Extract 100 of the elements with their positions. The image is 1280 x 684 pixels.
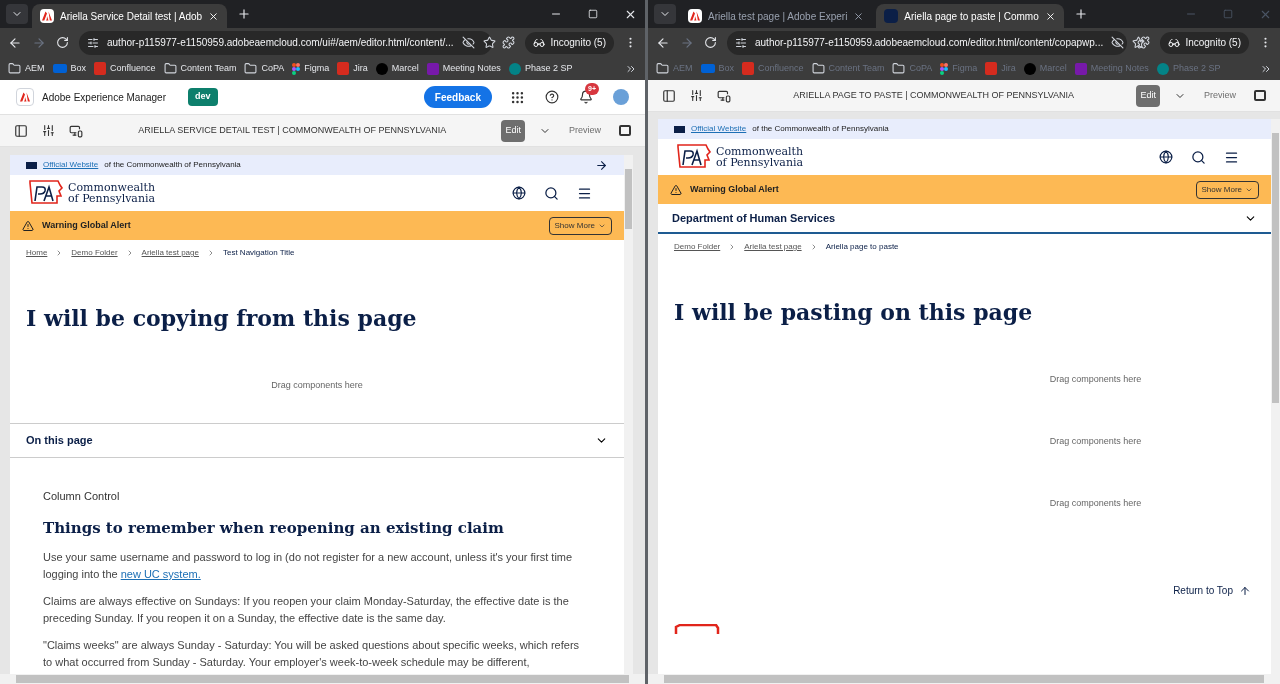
globe-icon[interactable]: [512, 186, 526, 200]
show-more-button[interactable]: Show More: [1195, 180, 1259, 199]
feedback-button[interactable]: Feedback: [423, 86, 492, 108]
show-more-button[interactable]: Show More: [548, 216, 612, 235]
annotations-icon[interactable]: [619, 125, 631, 136]
browser-tab[interactable]: Ariella Service Detail test | Adob: [32, 4, 228, 28]
paragraph: Use your same username and password to log in (do not register for a new account, unless it's your first time logging into the new UC system.: [43, 550, 574, 582]
bookmark-link[interactable]: Box: [52, 61, 87, 76]
reload-icon[interactable]: [56, 36, 69, 49]
mode-button[interactable]: Preview: [565, 119, 605, 142]
address-bar[interactable]: author-p115977-e1150959.adobeaemcloud.com/ui#/aem/editor.html/content/...: [79, 30, 493, 55]
bookmark-link[interactable]: Jira: [337, 61, 368, 76]
paragraph: "Claims weeks" are always Sunday - Saturday: You will be asked questions about specific weeks, which refers to what occurred from Sunday - Saturday. Your employer's week-to-week schedule may be different,: [43, 638, 581, 670]
flag-icon: [674, 125, 685, 133]
arrow-right-icon[interactable]: [595, 158, 608, 172]
bookmark-link[interactable]: Phase 2 SP: [508, 61, 573, 76]
product-name: Adobe Experience Manager: [42, 90, 166, 105]
mode-button[interactable]: Edit: [1136, 84, 1160, 107]
vertical-scrollbar[interactable]: [624, 155, 633, 674]
onenote-logo-icon: [426, 62, 439, 75]
logo-text: of Pennsylvania: [716, 157, 804, 168]
emulator-icon[interactable]: [717, 88, 731, 103]
close-icon[interactable]: [208, 10, 220, 22]
official-website-link[interactable]: Official Website: [691, 123, 747, 135]
return-to-top-link[interactable]: Return to Top: [1173, 583, 1251, 598]
jira-logo-icon: [985, 62, 998, 75]
side-panel-icon[interactable]: [662, 88, 676, 103]
logo-text: of Pennsylvania: [68, 193, 156, 204]
bookmark-link[interactable]: AEM: [8, 61, 45, 76]
breadcrumb-link[interactable]: Ariella test page: [141, 247, 199, 259]
bookmark-link[interactable]: Confluence: [94, 61, 156, 76]
adobe-logo-icon: [40, 9, 54, 23]
warning-icon: [22, 219, 34, 232]
vertical-scrollbar[interactable]: [1271, 119, 1280, 674]
side-panel-icon[interactable]: [14, 123, 28, 138]
folder-icon: [8, 62, 21, 75]
bookmark-link[interactable]: Marcel: [375, 61, 419, 76]
menu-icon[interactable]: [577, 185, 592, 201]
menu-icon[interactable]: [1224, 149, 1239, 165]
new-tab-icon[interactable]: [1073, 7, 1088, 21]
folder-icon: [892, 62, 906, 75]
bookmark-link[interactable]: Meeting Notes: [426, 61, 501, 76]
search-icon[interactable]: [544, 185, 559, 201]
horizontal-scrollbar[interactable]: [648, 674, 1280, 684]
bookmark-link[interactable]: Figma: [292, 61, 330, 76]
mode-button[interactable]: Preview: [1200, 84, 1240, 107]
apps-icon[interactable]: [510, 89, 525, 105]
confluence-logo-icon: [94, 62, 107, 75]
breadcrumb-link[interactable]: Ariella test page: [744, 241, 802, 253]
emulator-icon[interactable]: [69, 123, 83, 138]
tab-search-button[interactable]: [654, 4, 676, 24]
eye-off-icon: [461, 36, 475, 49]
breadcrumb-link[interactable]: Home: [26, 247, 48, 259]
horizontal-scrollbar[interactable]: [0, 674, 645, 684]
properties-icon[interactable]: [42, 124, 55, 137]
text-link[interactable]: new UC system.: [120, 568, 201, 580]
breadcrumb-link[interactable]: Demo Folder: [71, 247, 118, 259]
folder-icon: [244, 62, 258, 75]
annotations-icon[interactable]: [1254, 90, 1266, 101]
banner-text: of the Commonwealth of Pennsylvania: [104, 159, 241, 171]
reload-icon[interactable]: [704, 36, 717, 49]
sharepoint-logo-icon: [508, 62, 521, 75]
browser-tab[interactable]: Ariella test page | Adobe Experi: [680, 4, 873, 28]
folder-icon: [163, 62, 177, 75]
properties-icon[interactable]: [690, 89, 703, 102]
search-icon[interactable]: [1191, 149, 1206, 165]
flag-icon: [26, 161, 37, 169]
globe-icon[interactable]: [1159, 150, 1173, 164]
bookmark-link[interactable]: Content Team: [163, 61, 237, 76]
site-settings-icon: [735, 36, 747, 49]
pa-logo-icon: [884, 9, 899, 23]
official-website-link[interactable]: Official Website: [43, 159, 99, 171]
back-icon[interactable]: [8, 35, 22, 50]
breadcrumb-link[interactable]: Demo Folder: [674, 241, 721, 253]
figma-logo-icon: [940, 62, 949, 75]
component-label: Column Control: [43, 489, 121, 504]
eye-off-icon: [1111, 36, 1125, 49]
warning-icon: [670, 183, 682, 196]
department-nav-bar[interactable]: Department of Human Services: [658, 204, 1271, 234]
pa-logo-icon: [28, 179, 64, 207]
logo-text: Commonwealth: [716, 146, 804, 157]
bookmark-link[interactable]: CoPA: [244, 61, 285, 76]
new-tab-icon[interactable]: [237, 7, 252, 21]
incognito-button[interactable]: Incognito (5): [525, 31, 614, 54]
mode-button[interactable]: Edit: [501, 119, 525, 142]
browser-tab[interactable]: Ariella page to paste | Commo: [876, 4, 1064, 28]
drop-zone: Drag components here: [1048, 373, 1143, 387]
drop-zone: Drag components here: [1048, 435, 1143, 449]
help-icon[interactable]: [545, 90, 559, 104]
close-icon[interactable]: [1044, 10, 1056, 22]
avatar: [613, 89, 629, 105]
accordion-header[interactable]: On this page: [10, 423, 624, 458]
confluence-logo-icon: [742, 62, 755, 75]
back-icon[interactable]: [656, 35, 670, 50]
arrow-up-icon: [1239, 584, 1251, 597]
notifications-icon[interactable]: [579, 90, 593, 104]
jira-logo-icon: [337, 62, 350, 75]
tab-search-button[interactable]: [6, 4, 28, 24]
close-icon[interactable]: [853, 10, 865, 22]
incognito-button[interactable]: Incognito (5): [1160, 31, 1249, 54]
